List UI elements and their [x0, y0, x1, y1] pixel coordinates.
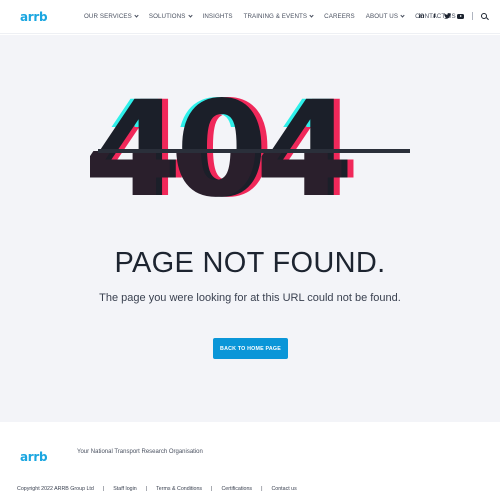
nav-item-insights[interactable]: INSIGHTS: [203, 13, 233, 20]
facebook-icon[interactable]: f: [431, 12, 438, 20]
site-header: arrb OUR SERVICES SOLUTIONS INSIGHTS TRA…: [0, 0, 500, 34]
divider: |: [102, 486, 105, 492]
back-to-home-button[interactable]: BACK TO HOME PAGE: [213, 338, 288, 359]
chevron-down-icon: [187, 13, 193, 18]
nav-label: INSIGHTS: [202, 13, 233, 20]
divider: |: [211, 486, 213, 492]
footer-link-staff-login[interactable]: Staff login: [113, 486, 136, 492]
copyright-text: Copyright 2022 ARRB Group Ltd: [17, 486, 94, 492]
footer-logo[interactable]: arrb: [20, 450, 48, 464]
site-footer: arrb Your National Transport Research Or…: [0, 422, 500, 500]
social-links: in f: [418, 12, 488, 20]
divider: [472, 12, 473, 20]
nav-label: TRAINING & EVENTS: [243, 13, 308, 20]
nav-item-solutions[interactable]: SOLUTIONS: [148, 13, 193, 20]
nav-label: CAREERS: [324, 13, 355, 20]
error-message: The page you were looking for at this UR…: [99, 292, 401, 304]
page-title: PAGE NOT FOUND.: [114, 247, 386, 279]
chevron-down-icon: [400, 13, 405, 18]
youtube-icon[interactable]: [457, 12, 464, 20]
search-icon[interactable]: [481, 12, 488, 20]
chevron-down-icon: [134, 13, 139, 18]
glitch-line: [98, 149, 410, 153]
nav-item-training-events[interactable]: TRAINING & EVENTS: [244, 13, 314, 20]
nav-item-our-services[interactable]: OUR SERVICES: [84, 13, 139, 20]
footer-link-contact-us[interactable]: Contact us: [271, 486, 296, 492]
divider: |: [145, 486, 148, 492]
twitter-icon[interactable]: [444, 12, 451, 20]
nav-label: ABOUT US: [365, 13, 399, 20]
divider: |: [261, 486, 263, 492]
error-section: 404 404 404 404 PAGE NOT FOUND. The page…: [0, 35, 500, 422]
error-code-glitch: 404 404 404 404: [86, 84, 410, 216]
footer-links: Copyright 2022 ARRB Group Ltd | Staff lo…: [17, 486, 297, 492]
main-nav: OUR SERVICES SOLUTIONS INSIGHTS TRAINING…: [84, 13, 467, 20]
footer-link-certifications[interactable]: Certifications: [221, 486, 252, 492]
footer-link-terms[interactable]: Terms & Conditions: [156, 486, 202, 492]
site-logo[interactable]: arrb: [20, 10, 48, 24]
linkedin-icon[interactable]: in: [418, 12, 425, 20]
chevron-down-icon: [309, 13, 314, 18]
nav-label: SOLUTIONS: [148, 13, 186, 20]
nav-item-careers[interactable]: CAREERS: [324, 13, 355, 20]
nav-item-about-us[interactable]: ABOUT US: [365, 13, 405, 20]
nav-label: OUR SERVICES: [84, 13, 132, 20]
footer-tagline: Your National Transport Research Organis…: [77, 449, 203, 455]
